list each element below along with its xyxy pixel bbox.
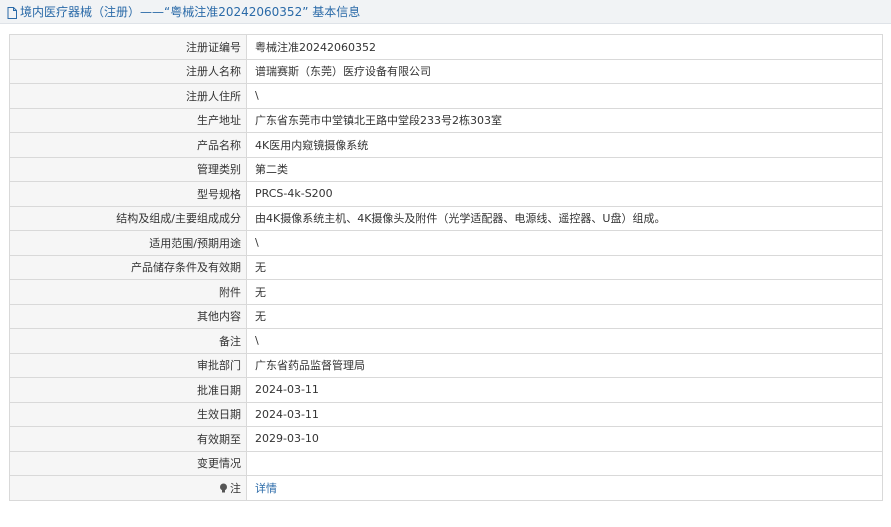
table-row: 批准日期 2024-03-11 [9,377,883,403]
table-row: 产品名称 4K医用内窥镜摄像系统 [9,132,883,158]
row-label: 适用范围/预期用途 [9,230,247,256]
table-row: 适用范围/预期用途 \ [9,230,883,256]
row-value: 谱瑞赛斯（东莞）医疗设备有限公司 [246,58,883,84]
lightbulb-icon [219,483,228,493]
page-title-bar: 境内医疗器械（注册）——“粤械注准20242060352” 基本信息 [0,0,891,24]
row-label: 有效期至 [9,426,247,452]
detail-table-container: 注册证编号 粤械注准20242060352 注册人名称 谱瑞赛斯（东莞）医疗设备有限… [9,34,883,501]
row-value: \ [246,328,883,354]
row-value: 无 [246,303,883,329]
table-row: 备注 \ [9,328,883,354]
table-row: 变更情况 [9,450,883,476]
table-row: 注册人住所 \ [9,83,883,109]
row-label: 其他内容 [9,303,247,329]
table-row: 注册证编号 粤械注准20242060352 [9,34,883,60]
row-value: 无 [246,254,883,280]
page-title: 境内医疗器械（注册）——“粤械注准20242060352” 基本信息 [20,5,361,19]
row-label: 变更情况 [9,450,247,476]
row-value: \ [246,83,883,109]
row-label: 附件 [9,279,247,305]
row-value: PRCS-4k-S200 [246,181,883,207]
row-label: 注册人名称 [9,58,247,84]
table-row: 型号规格 PRCS-4k-S200 [9,181,883,207]
table-row: 结构及组成/主要组成成分 由4K摄像系统主机、4K摄像头及附件（光学适配器、电源线… [9,205,883,231]
row-value: \ [246,230,883,256]
row-value: 4K医用内窥镜摄像系统 [246,132,883,158]
note-value-cell: 详情 [246,475,883,501]
detail-table-body: 注册证编号 粤械注准20242060352 注册人名称 谱瑞赛斯（东莞）医疗设备有限… [9,34,883,501]
row-value: 广东省药品监督管理局 [246,352,883,378]
row-label: 生效日期 [9,401,247,427]
document-icon [7,6,17,19]
row-label: 产品名称 [9,132,247,158]
note-row: 注 详情 [9,475,883,501]
row-label: 管理类别 [9,156,247,182]
row-value: 由4K摄像系统主机、4K摄像头及附件（光学适配器、电源线、遥控器、U盘）组成。 [246,205,883,231]
row-value: 2024-03-11 [246,401,883,427]
table-row: 产品储存条件及有效期无 [9,254,883,280]
row-label: 结构及组成/主要组成成分 [9,205,247,231]
details-link[interactable]: 详情 [255,482,277,495]
row-value: 第二类 [246,156,883,182]
row-value: 2024-03-11 [246,377,883,403]
table-row: 其他内容无 [9,303,883,329]
row-label: 生产地址 [9,107,247,133]
row-label: 注册人住所 [9,83,247,109]
table-row: 生产地址 广东省东莞市中堂镇北王路中堂段233号2栋303室 [9,107,883,133]
note-label: 注 [230,481,241,495]
table-row: 有效期至 2029-03-10 [9,426,883,452]
table-row: 生效日期 2024-03-11 [9,401,883,427]
row-value: 广东省东莞市中堂镇北王路中堂段233号2栋303室 [246,107,883,133]
detail-table: 注册证编号 粤械注准20242060352 注册人名称 谱瑞赛斯（东莞）医疗设备有限… [9,34,883,501]
note-label-cell: 注 [9,475,247,501]
table-row: 注册人名称 谱瑞赛斯（东莞）医疗设备有限公司 [9,58,883,84]
row-label: 型号规格 [9,181,247,207]
row-label: 注册证编号 [9,34,247,60]
row-value: 粤械注准20242060352 [246,34,883,60]
table-row: 审批部门 广东省药品监督管理局 [9,352,883,378]
row-label: 产品储存条件及有效期 [9,254,247,280]
row-value [246,450,883,476]
row-value: 2029-03-10 [246,426,883,452]
row-label: 审批部门 [9,352,247,378]
row-label: 备注 [9,328,247,354]
row-value: 无 [246,279,883,305]
table-row: 附件无 [9,279,883,305]
table-row: 管理类别 第二类 [9,156,883,182]
row-label: 批准日期 [9,377,247,403]
